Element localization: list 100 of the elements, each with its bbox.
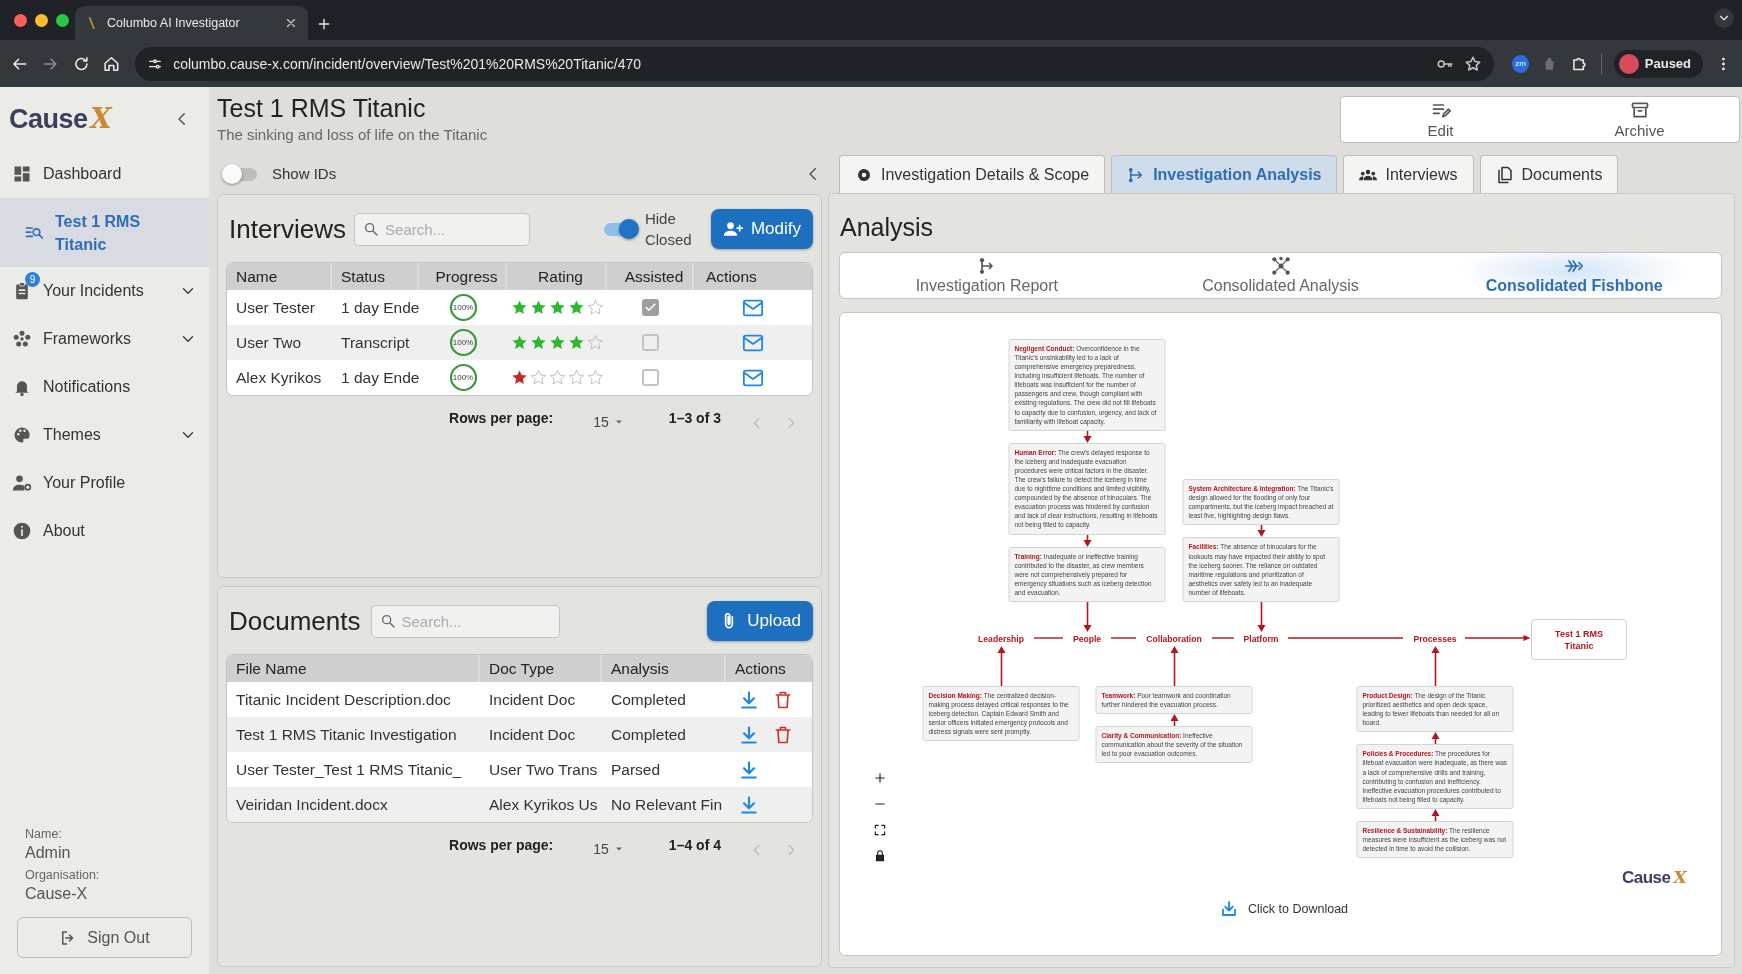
spine-arrow xyxy=(1464,634,1530,642)
table-cell-text: Test 1 RMS Titanic Investigation xyxy=(235,725,458,744)
bookmark-star-icon[interactable] xyxy=(1464,54,1483,73)
minimize-window-button[interactable] xyxy=(35,14,48,27)
lock-icon[interactable] xyxy=(873,849,887,863)
frameworks-icon xyxy=(12,329,32,349)
column-header[interactable]: Analysis xyxy=(602,655,726,682)
nav-item[interactable]: Dashboard xyxy=(0,150,209,198)
name-label: Name: xyxy=(24,827,63,841)
browser-tab[interactable]: Columbo AI Investigator xyxy=(75,6,308,40)
column-header[interactable]: Rating xyxy=(507,263,607,290)
connector-arrow xyxy=(1169,646,1179,686)
download-icon[interactable] xyxy=(739,689,759,710)
tab[interactable]: Interviews xyxy=(1343,155,1474,193)
column-header[interactable]: Name xyxy=(227,263,332,290)
table-cell-text: Transcript xyxy=(340,333,411,352)
nav-item[interactable]: Themes xyxy=(0,411,209,459)
doc-icon xyxy=(1495,165,1514,184)
info-icon xyxy=(12,521,32,541)
star-icon xyxy=(510,369,528,386)
download-icon[interactable] xyxy=(739,724,759,745)
upload-button[interactable]: Upload xyxy=(707,601,813,641)
close-window-button[interactable] xyxy=(14,14,27,27)
rows-per-page-select[interactable]: 15 xyxy=(593,841,625,857)
logo: CauseX xyxy=(9,102,112,135)
view-tab[interactable]: Investigation Report xyxy=(840,253,1134,298)
progress-ring xyxy=(448,328,478,357)
star-icon xyxy=(548,299,566,316)
checkbox[interactable] xyxy=(642,299,659,316)
table-cell-text: Parsed xyxy=(610,760,662,779)
table-cell-text: User Two xyxy=(235,333,303,352)
spine-line xyxy=(1033,634,1063,642)
new-tab-icon[interactable] xyxy=(316,16,332,32)
panel-title: Interviews xyxy=(228,213,347,245)
checkbox[interactable] xyxy=(642,334,659,351)
close-icon[interactable] xyxy=(284,16,298,30)
connector-arrow xyxy=(1430,646,1440,686)
column-header[interactable]: Status xyxy=(332,263,419,290)
tab[interactable]: Documents xyxy=(1479,155,1619,193)
tab[interactable]: Investigation Details & Scope xyxy=(839,155,1106,193)
page-range: 1–3 of 3 xyxy=(668,410,721,426)
checkbox[interactable] xyxy=(642,369,659,386)
nav-item[interactable]: Test 1 RMS Titanic xyxy=(0,198,209,267)
column-header[interactable]: Actions xyxy=(694,263,812,290)
profile-button[interactable]: Paused xyxy=(1613,49,1704,78)
table-cell-text: Completed xyxy=(610,725,687,744)
column-header[interactable]: Doc Type xyxy=(480,655,602,682)
table-cell-text: Veiridan Incident.docx xyxy=(235,795,389,814)
table-cell-text: Alex Kyrikos xyxy=(235,368,323,387)
star-icon xyxy=(567,299,585,316)
table-cell-text: Incident Doc xyxy=(488,725,577,744)
modify-button[interactable]: Modify xyxy=(710,209,813,249)
nav-item[interactable]: About xyxy=(0,507,209,555)
tab[interactable]: Investigation Analysis xyxy=(1111,155,1338,193)
address-bar[interactable]: columbo.cause-x.com/incident/overview/Test%201%20RMS%20Titanic/470 xyxy=(135,46,1495,81)
connector-arrow xyxy=(1082,602,1092,632)
category-label: Platform xyxy=(1243,634,1279,644)
category-label: Collaboration xyxy=(1146,634,1202,644)
network-icon xyxy=(1270,256,1291,276)
edit-button[interactable]: Edit xyxy=(1341,97,1540,142)
column-header[interactable]: Assisted xyxy=(607,263,694,290)
panel-title: Documents xyxy=(228,605,361,637)
category-label: People xyxy=(1072,634,1102,644)
table-cell-text: User Two Trans xyxy=(488,760,599,779)
download-icon[interactable] xyxy=(739,794,759,815)
fullscreen-icon[interactable] xyxy=(873,823,887,837)
star-icon xyxy=(529,334,547,351)
view-tab[interactable]: Consolidated Analysis xyxy=(1133,253,1428,298)
column-header[interactable]: File Name xyxy=(227,655,480,682)
star-icon xyxy=(510,299,528,316)
download-link[interactable]: Click to Download xyxy=(1214,899,1355,919)
column-header[interactable]: Actions xyxy=(726,655,812,682)
table-cell-text: Completed xyxy=(610,690,687,709)
nav-item[interactable]: Your Profile xyxy=(0,459,209,507)
star-icon xyxy=(586,369,604,386)
rows-per-page-select[interactable]: 15 xyxy=(593,414,625,430)
progress-ring xyxy=(448,363,478,392)
toggle-label: Show IDs xyxy=(272,165,337,182)
archive-button[interactable]: Archive xyxy=(1540,97,1739,142)
extension-icon[interactable]: zm xyxy=(1512,54,1530,73)
effect-box: Test 1 RMS Titanic xyxy=(1531,619,1627,660)
column-header[interactable]: Progress xyxy=(419,263,507,290)
rows-per-page-label: Rows per page: xyxy=(449,410,554,426)
category-label: Processes xyxy=(1413,634,1457,644)
sign-out-button[interactable]: Sign Out xyxy=(17,917,192,958)
organisation-name: Cause-X xyxy=(24,885,89,903)
delete-icon[interactable] xyxy=(773,689,793,710)
spine-line xyxy=(1211,634,1234,642)
star-icon xyxy=(586,334,604,351)
category-label: Leadership xyxy=(978,634,1024,644)
progress-value: 100% xyxy=(452,303,474,312)
delete-icon[interactable] xyxy=(773,724,793,745)
nav-item[interactable]: 9 Your Incidents xyxy=(0,267,209,315)
nav-item[interactable]: Notifications xyxy=(0,363,209,411)
search-icon xyxy=(363,221,380,237)
download-icon[interactable] xyxy=(739,759,759,780)
progress-value: 100% xyxy=(452,373,474,382)
nav-item[interactable]: Frameworks xyxy=(0,315,209,363)
maximize-window-button[interactable] xyxy=(56,14,69,27)
zoom-in-icon[interactable] xyxy=(873,771,887,785)
